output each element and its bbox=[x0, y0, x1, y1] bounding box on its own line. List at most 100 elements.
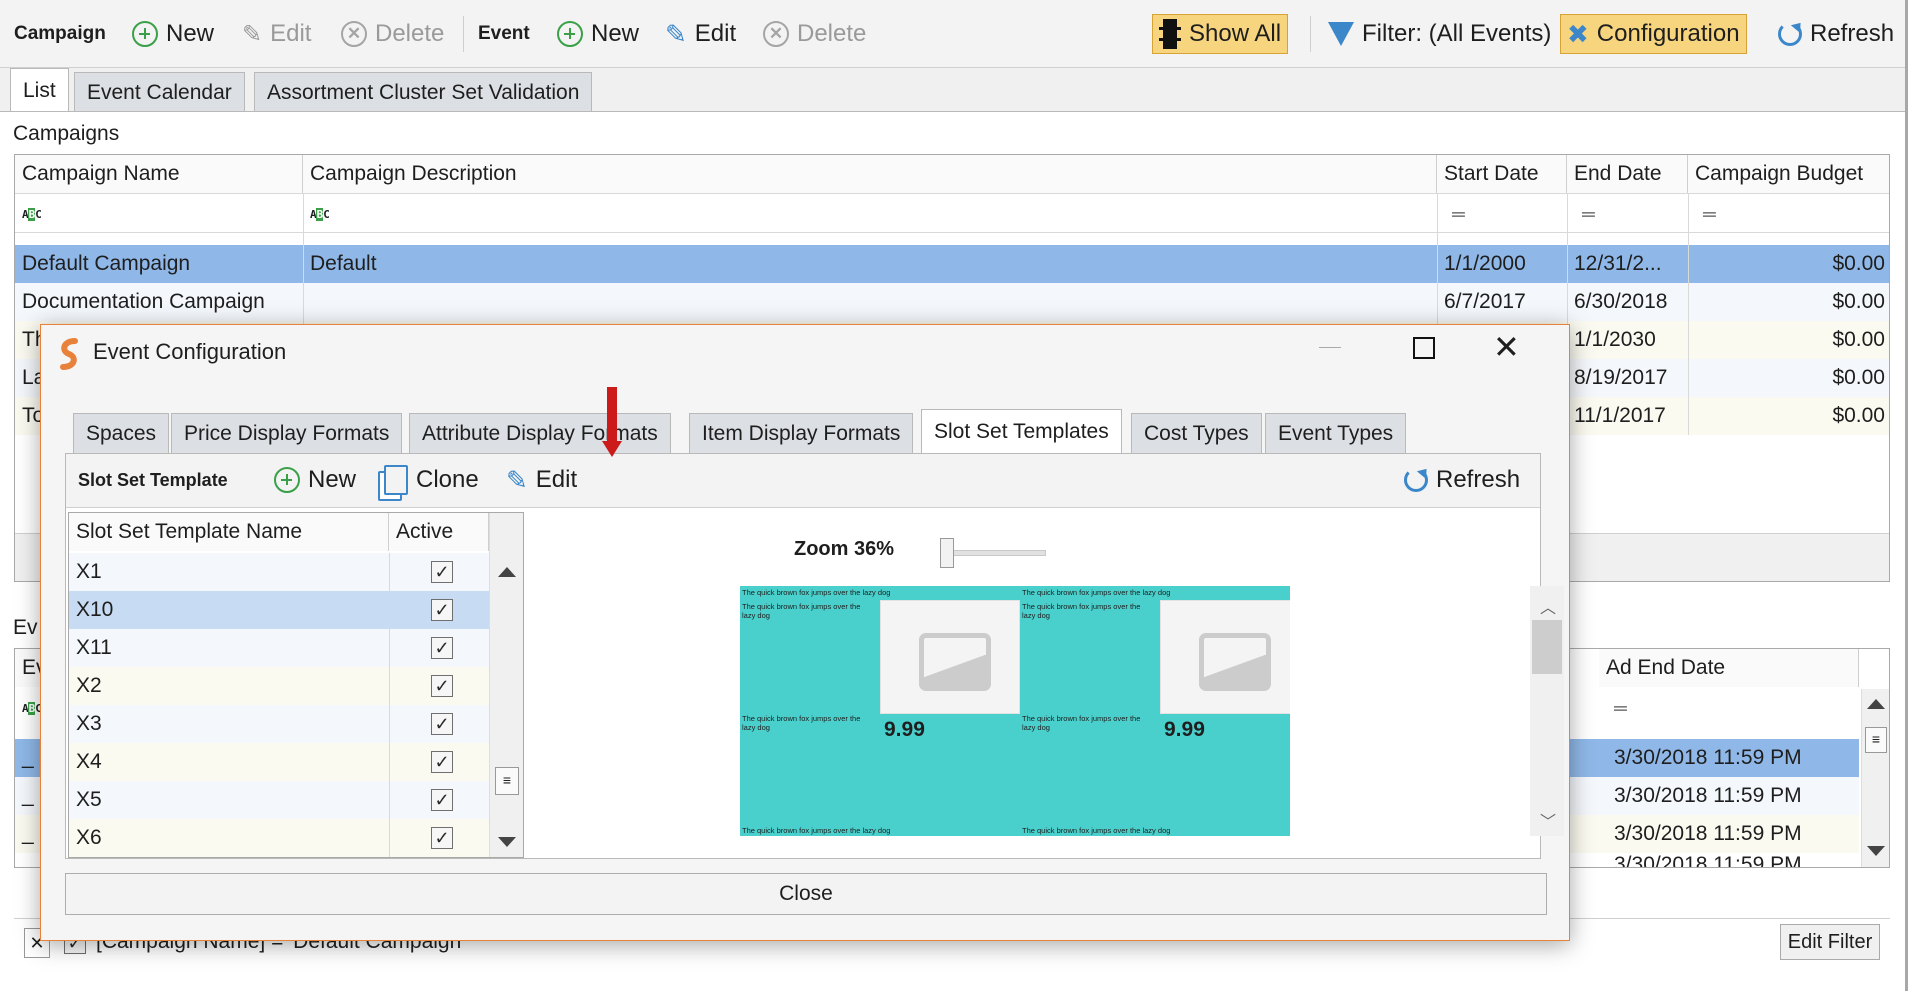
tab-event-types[interactable]: Event Types bbox=[1265, 413, 1407, 453]
plus-icon bbox=[557, 21, 583, 47]
funnel-icon bbox=[1328, 22, 1354, 46]
chevron-down-icon[interactable]: ﹀ bbox=[1540, 808, 1556, 832]
events-scrollbar[interactable] bbox=[1861, 689, 1889, 867]
col-campaign-description[interactable]: Campaign Description bbox=[303, 155, 1437, 193]
tab-price-display-formats[interactable]: Price Display Formats bbox=[171, 413, 403, 453]
tab-list[interactable]: List bbox=[10, 68, 69, 112]
col-campaign-name[interactable]: Campaign Name bbox=[15, 155, 303, 193]
slot-set-new-label: New bbox=[308, 466, 357, 493]
col-slot-set-name[interactable]: Slot Set Template Name bbox=[69, 513, 389, 551]
scroll-up-icon[interactable] bbox=[1867, 699, 1885, 709]
preview-text: The quick brown fox jumps over the lazy … bbox=[1022, 602, 1141, 620]
refresh-button[interactable]: Refresh bbox=[1778, 14, 1894, 54]
tab-slot-set-templates[interactable]: Slot Set Templates bbox=[921, 409, 1122, 453]
column-divider bbox=[389, 553, 390, 857]
campaign-edit-button[interactable]: ✎ Edit bbox=[242, 14, 311, 54]
cell-end: 8/19/2017 bbox=[1574, 366, 1668, 389]
tab-assortment-cluster[interactable]: Assortment Cluster Set Validation bbox=[254, 72, 593, 112]
campaign-delete-button[interactable]: ✕ Delete bbox=[341, 14, 444, 54]
tab-item-display-formats[interactable]: Item Display Formats bbox=[689, 413, 914, 453]
list-item[interactable] bbox=[69, 781, 489, 819]
preview-scroll-thumb[interactable] bbox=[1532, 620, 1562, 674]
maximize-icon[interactable] bbox=[1413, 337, 1435, 359]
list-item[interactable] bbox=[69, 553, 489, 591]
cell-end: 11/1/2017 bbox=[1574, 404, 1666, 427]
delete-icon: ✕ bbox=[341, 21, 367, 47]
event-group-label: Event bbox=[478, 23, 530, 44]
filter-start-cell[interactable]: ═ bbox=[1445, 195, 1465, 233]
list-item[interactable] bbox=[69, 629, 489, 667]
event-delete-button[interactable]: ✕ Delete bbox=[763, 14, 866, 54]
active-checkbox[interactable]: ✓ bbox=[431, 713, 453, 735]
list-item[interactable] bbox=[69, 819, 489, 857]
minimize-icon[interactable] bbox=[1319, 347, 1341, 348]
filter-description-cell[interactable]: ABC bbox=[303, 195, 329, 233]
close-icon[interactable]: ✕ bbox=[1493, 329, 1520, 365]
event-new-button[interactable]: New bbox=[557, 14, 639, 54]
configuration-button[interactable]: ✖ Configuration bbox=[1560, 14, 1747, 54]
zoom-slider-thumb[interactable] bbox=[940, 538, 954, 568]
slot-set-edit-label: Edit bbox=[535, 466, 578, 493]
scroll-thumb[interactable]: ≡ bbox=[495, 767, 519, 795]
edit-filter-button[interactable]: Edit Filter bbox=[1780, 924, 1880, 960]
filter-name-cell[interactable]: ABC bbox=[15, 195, 41, 233]
list-item[interactable] bbox=[69, 743, 489, 781]
filter-ad-end-cell[interactable]: ═ bbox=[1607, 689, 1627, 727]
cell-template-name: X1 bbox=[76, 560, 102, 583]
show-all-button[interactable]: Show All bbox=[1152, 14, 1289, 54]
filter-event-cell[interactable]: ABC bbox=[15, 689, 41, 727]
tab-event-calendar[interactable]: Event Calendar bbox=[74, 72, 245, 112]
zoom-slider-track[interactable] bbox=[942, 550, 1046, 556]
close-button[interactable]: Close bbox=[65, 873, 1547, 915]
filter-end-cell[interactable]: ═ bbox=[1575, 195, 1595, 233]
campaign-edit-label: Edit bbox=[270, 20, 312, 47]
slot-set-new-button[interactable]: New bbox=[274, 460, 356, 500]
list-scrollbar[interactable] bbox=[489, 513, 523, 857]
chevron-up-icon[interactable]: ︿ bbox=[1540, 594, 1556, 618]
filter-row bbox=[15, 193, 1889, 233]
cell-ad-end: 3/30/2018 11:59 PM bbox=[1614, 746, 1802, 769]
tab-attribute-display-formats[interactable]: Attribute Display Formats bbox=[409, 413, 671, 453]
list-item[interactable] bbox=[69, 705, 489, 743]
filter-button[interactable]: Filter: (All Events) bbox=[1328, 14, 1551, 54]
scroll-up-icon[interactable] bbox=[498, 567, 516, 577]
tab-spaces[interactable]: Spaces bbox=[73, 413, 170, 453]
tab-cost-types[interactable]: Cost Types bbox=[1131, 413, 1262, 453]
scroll-down-icon[interactable] bbox=[1867, 846, 1885, 856]
col-campaign-budget[interactable]: Campaign Budget bbox=[1688, 155, 1889, 193]
slot-set-clone-button[interactable]: Clone bbox=[384, 460, 479, 500]
col-start-date[interactable]: Start Date bbox=[1437, 155, 1567, 193]
col-active[interactable]: Active bbox=[389, 513, 489, 551]
column-divider bbox=[1688, 193, 1689, 435]
col-ad-end-date[interactable]: Ad End Date bbox=[1599, 649, 1859, 687]
list-item[interactable] bbox=[69, 591, 489, 629]
slot-set-refresh-label: Refresh bbox=[1436, 466, 1521, 493]
active-checkbox[interactable]: ✓ bbox=[431, 637, 453, 659]
slot-set-edit-button[interactable]: ✎ Edit bbox=[506, 460, 577, 500]
active-checkbox[interactable]: ✓ bbox=[431, 599, 453, 621]
pencil-icon: ✎ bbox=[665, 18, 687, 49]
preview-text: The quick brown fox jumps over the lazy … bbox=[1022, 826, 1171, 835]
list-item[interactable] bbox=[69, 667, 489, 705]
tools-icon: ✖ bbox=[1567, 18, 1589, 49]
event-edit-button[interactable]: ✎ Edit bbox=[665, 14, 736, 54]
plus-icon bbox=[274, 467, 300, 493]
slot-set-refresh-button[interactable]: Refresh bbox=[1404, 460, 1520, 500]
scroll-down-icon[interactable] bbox=[498, 837, 516, 847]
campaign-new-button[interactable]: New bbox=[132, 14, 214, 54]
scroll-thumb[interactable]: ≡ bbox=[1865, 727, 1887, 753]
col-end-date[interactable]: End Date bbox=[1567, 155, 1688, 193]
active-checkbox[interactable]: ✓ bbox=[431, 675, 453, 697]
active-checkbox[interactable]: ✓ bbox=[431, 751, 453, 773]
cell-template-name: X4 bbox=[76, 750, 102, 773]
main-toolbar: Campaign New ✎ Edit ✕ Delete Event New ✎ Ed… bbox=[0, 0, 1905, 68]
app-logo-icon bbox=[55, 337, 83, 371]
cell-template-name: X10 bbox=[76, 598, 114, 621]
active-checkbox[interactable]: ✓ bbox=[431, 789, 453, 811]
active-checkbox[interactable]: ✓ bbox=[431, 827, 453, 849]
cell-ad-end: 3/30/2018 11:59 PM bbox=[1614, 784, 1802, 807]
campaign-delete-label: Delete bbox=[375, 20, 445, 47]
active-checkbox[interactable]: ✓ bbox=[431, 561, 453, 583]
filter-budget-cell[interactable]: ═ bbox=[1696, 195, 1716, 233]
cell-budget: $0.00 bbox=[1832, 366, 1885, 389]
